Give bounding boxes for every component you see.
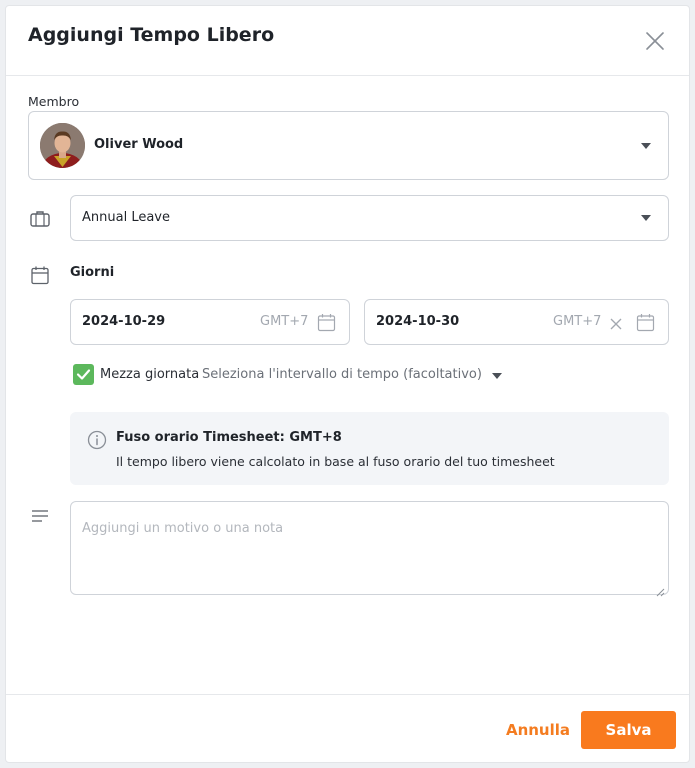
end-timezone: GMT+7 — [553, 314, 602, 329]
note-placeholder: Aggiungi un motivo o una nota — [82, 521, 284, 536]
add-time-off-dialog: Aggiungi Tempo Libero Membro Oliver Wood — [5, 5, 690, 763]
calendar-icon[interactable] — [317, 313, 336, 332]
clear-icon[interactable] — [609, 316, 623, 330]
start-date-value: 2024-10-29 — [82, 314, 166, 329]
calendar-icon[interactable] — [636, 313, 655, 332]
member-select[interactable]: Oliver Wood — [28, 111, 669, 180]
avatar — [40, 123, 85, 168]
info-title: Fuso orario Timesheet: GMT+8 — [116, 430, 342, 445]
dialog-header: Aggiungi Tempo Libero — [6, 6, 689, 76]
days-label: Giorni — [70, 265, 115, 280]
timezone-info-box: Fuso orario Timesheet: GMT+8 Il tempo li… — [70, 412, 669, 485]
note-textarea[interactable]: Aggiungi un motivo o una nota — [70, 501, 669, 597]
calendar-icon — [29, 264, 51, 286]
info-icon — [87, 430, 107, 450]
dialog-footer: Annulla Salva — [6, 694, 689, 764]
member-label: Membro — [28, 94, 80, 109]
dialog-title: Aggiungi Tempo Libero — [28, 24, 275, 46]
close-icon[interactable] — [642, 28, 668, 54]
time-range-select[interactable]: Seleziona l'intervallo di tempo (facolta… — [202, 367, 482, 382]
member-name: Oliver Wood — [94, 137, 184, 152]
briefcase-icon — [29, 208, 51, 230]
end-date-value: 2024-10-30 — [376, 314, 460, 329]
chevron-down-icon — [641, 143, 651, 149]
end-date-field[interactable]: 2024-10-30 GMT+7 — [364, 299, 669, 345]
half-day-checkbox[interactable] — [73, 364, 94, 385]
cancel-button[interactable]: Annulla — [498, 715, 578, 745]
start-date-field[interactable]: 2024-10-29 GMT+7 — [70, 299, 350, 345]
half-day-label: Mezza giornata — [100, 367, 200, 382]
resize-handle-icon[interactable] — [656, 582, 665, 597]
chevron-down-icon[interactable] — [492, 373, 502, 379]
leave-type-value: Annual Leave — [82, 210, 170, 225]
leave-type-select[interactable]: Annual Leave — [70, 195, 669, 241]
start-timezone: GMT+7 — [260, 314, 309, 329]
text-lines-icon — [30, 508, 50, 524]
info-text: Il tempo libero viene calcolato in base … — [116, 454, 555, 469]
save-button[interactable]: Salva — [581, 711, 676, 749]
checkmark-icon — [76, 369, 91, 380]
chevron-down-icon — [641, 215, 651, 221]
